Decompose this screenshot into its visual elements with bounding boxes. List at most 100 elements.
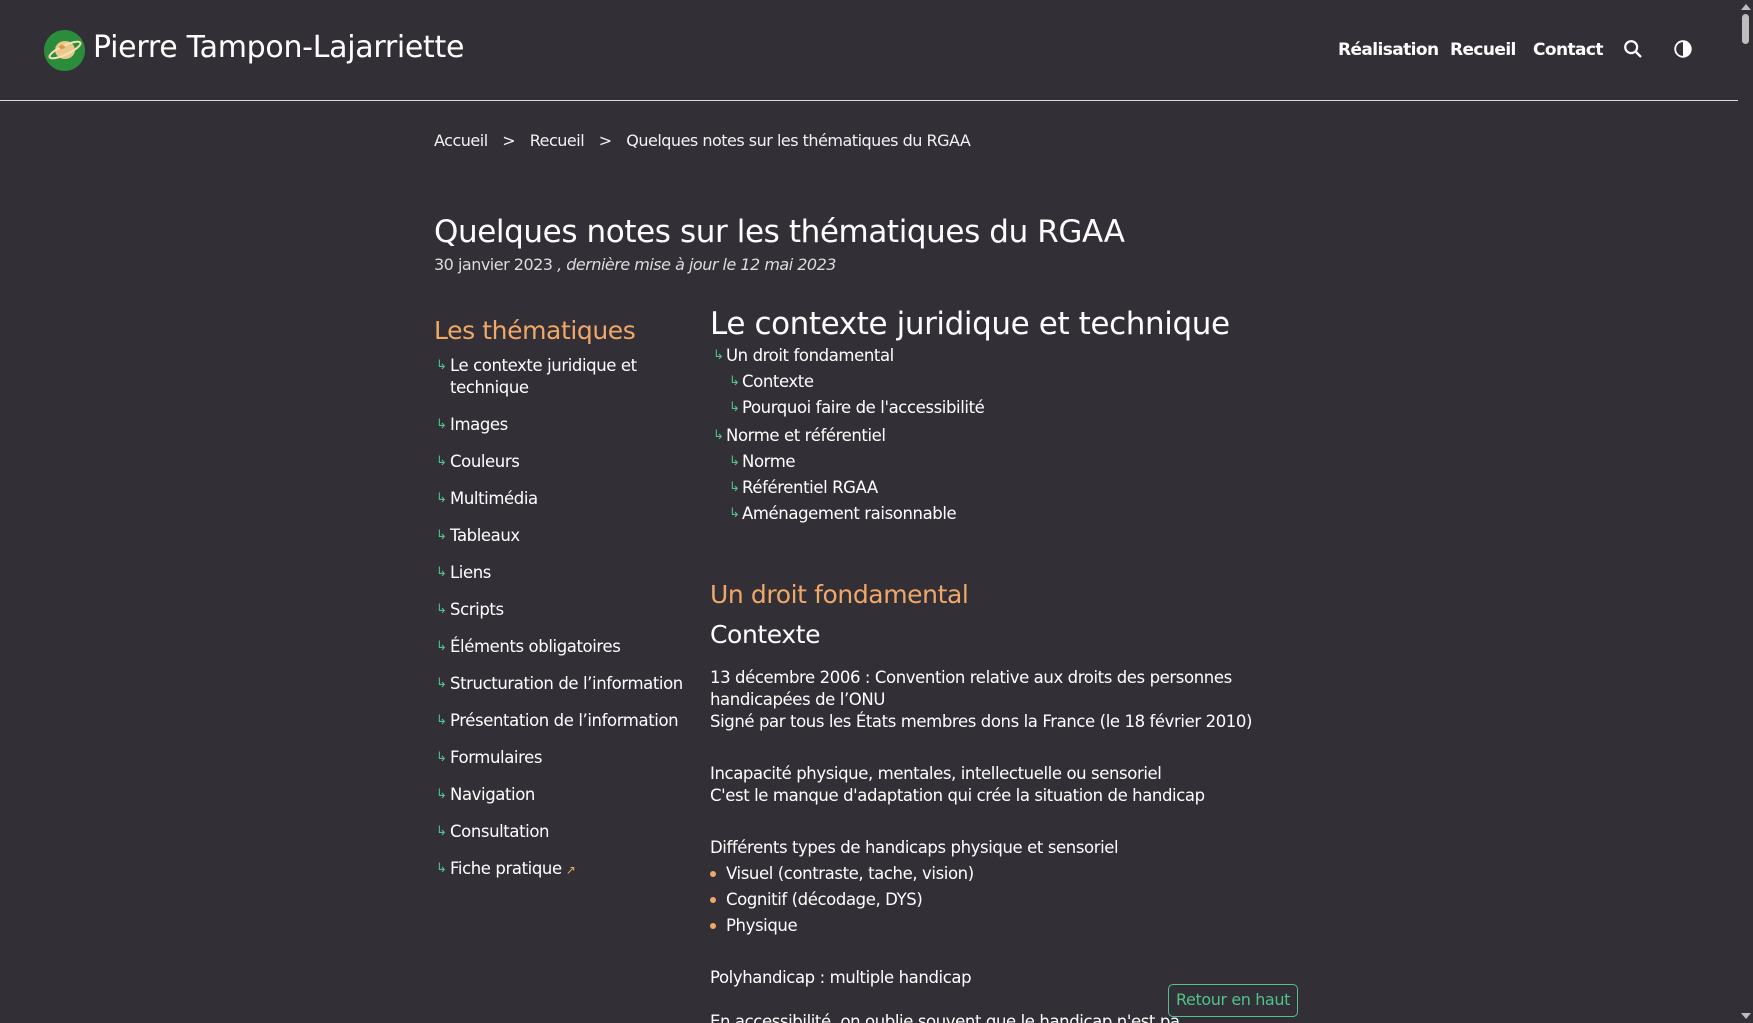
paragraph: Incapacité physique, mentales, intellect… bbox=[710, 763, 1310, 807]
sidebar-item-label[interactable]: Présentation de l’information bbox=[450, 711, 679, 730]
date-published: 30 janvier 2023 bbox=[434, 255, 553, 274]
sidebar-item-fiche-pratique[interactable]: ↳ Fiche pratique ↗ bbox=[434, 858, 684, 881]
toc-item[interactable]: ↳ Norme et référentiel bbox=[710, 425, 1310, 447]
sidebar-item-label[interactable]: Structuration de l’information bbox=[450, 674, 683, 693]
table-of-contents: ↳ Un droit fondamental ↳ Contexte ↳ Pourquo… bbox=[710, 345, 1310, 525]
toc-link-referentiel-rgaa[interactable]: Référentiel RGAA bbox=[742, 478, 878, 497]
sidebar-item-label[interactable]: Consultation bbox=[450, 822, 550, 841]
return-arrow-icon: ↳ bbox=[436, 824, 447, 839]
external-link-icon: ↗ bbox=[565, 863, 576, 877]
sidebar-theme-list: ↳ Le contexte juridique et technique ↳ Ima… bbox=[434, 355, 684, 896]
toc-link-norme[interactable]: Norme bbox=[742, 452, 796, 471]
sidebar-item-label[interactable]: Images bbox=[450, 415, 508, 434]
breadcrumb: Accueil > Recueil > Quelques notes sur l… bbox=[434, 131, 971, 150]
sidebar-item-couleurs[interactable]: ↳ Couleurs bbox=[434, 451, 684, 473]
nav-item-recueil[interactable]: Recueil bbox=[1450, 40, 1516, 60]
return-arrow-icon: ↳ bbox=[436, 713, 447, 728]
scrollbar[interactable] bbox=[1738, 0, 1753, 1023]
site-header: Pierre Tampon-Lajarriette Réalisation Re… bbox=[0, 0, 1738, 101]
return-arrow-icon: ↳ bbox=[436, 454, 447, 469]
toc-item[interactable]: ↳ Référentiel RGAA bbox=[710, 477, 1310, 499]
sidebar-heading: Les thématiques bbox=[434, 316, 636, 345]
return-arrow-icon: ↳ bbox=[729, 480, 740, 495]
return-arrow-icon: ↳ bbox=[436, 602, 447, 617]
main-content: Le contexte juridique et technique ↳ Un d… bbox=[710, 305, 1310, 525]
return-arrow-icon: ↳ bbox=[436, 528, 447, 543]
sidebar-item-formulaires[interactable]: ↳ Formulaires bbox=[434, 747, 684, 769]
paragraph-line: 13 décembre 2006 : Convention relative a… bbox=[710, 668, 1232, 709]
sidebar-item-label[interactable]: Multimédia bbox=[450, 489, 538, 508]
scroll-up-arrow-icon[interactable] bbox=[1741, 4, 1751, 10]
page-title: Quelques notes sur les thématiques du RG… bbox=[434, 214, 1125, 250]
return-arrow-icon: ↳ bbox=[436, 565, 447, 580]
sidebar-item-navigation[interactable]: ↳ Navigation bbox=[434, 784, 684, 806]
return-arrow-icon: ↳ bbox=[713, 348, 724, 363]
sidebar-item-label[interactable]: Couleurs bbox=[450, 452, 520, 471]
sidebar-item-multimedia[interactable]: ↳ Multimédia bbox=[434, 488, 684, 510]
paragraph-line: C'est le manque d'adaptation qui crée la… bbox=[710, 786, 1205, 805]
section-title: Un droit fondamental bbox=[710, 580, 969, 609]
nav-item-contact[interactable]: Contact bbox=[1533, 40, 1603, 60]
sidebar-item-liens[interactable]: ↳ Liens bbox=[434, 562, 684, 584]
toc-item[interactable]: ↳ Norme bbox=[710, 451, 1310, 473]
breadcrumb-parent-link[interactable]: Recueil bbox=[530, 131, 585, 150]
return-arrow-icon: ↳ bbox=[436, 861, 447, 876]
scroll-down-arrow-icon[interactable] bbox=[1741, 1013, 1751, 1019]
sidebar-item-label[interactable]: Scripts bbox=[450, 600, 504, 619]
return-arrow-icon: ↳ bbox=[436, 787, 447, 802]
back-to-top-button[interactable]: Retour en haut bbox=[1168, 984, 1298, 1017]
toc-link-droit-fondamental[interactable]: Un droit fondamental bbox=[726, 346, 894, 365]
toc-link-pourquoi[interactable]: Pourquoi faire de l'accessibilité bbox=[742, 398, 985, 417]
return-arrow-icon: ↳ bbox=[436, 417, 447, 432]
paragraph-line: Signé par tous les États membres dons la… bbox=[710, 712, 1253, 731]
paragraph: Différents types de handicaps physique e… bbox=[710, 838, 1119, 857]
sidebar-item-elements-obligatoires[interactable]: ↳ Éléments obligatoires bbox=[434, 636, 684, 658]
sidebar-item-presentation[interactable]: ↳ Présentation de l’information bbox=[434, 710, 684, 732]
return-arrow-icon: ↳ bbox=[729, 506, 740, 521]
search-icon[interactable] bbox=[1622, 38, 1646, 62]
breadcrumb-home-link[interactable]: Accueil bbox=[434, 131, 488, 150]
toc-item[interactable]: ↳ Contexte bbox=[710, 371, 1310, 393]
sidebar-item-label[interactable]: Tableaux bbox=[450, 526, 520, 545]
return-arrow-icon: ↳ bbox=[729, 400, 740, 415]
sidebar-item-label[interactable]: Liens bbox=[450, 563, 491, 582]
sidebar-item-label[interactable]: Navigation bbox=[450, 785, 535, 804]
return-arrow-icon: ↳ bbox=[729, 454, 740, 469]
toc-item[interactable]: ↳ Un droit fondamental bbox=[710, 345, 1310, 367]
toc-link-contexte[interactable]: Contexte bbox=[742, 372, 814, 391]
toc-item[interactable]: ↳ Aménagement raisonnable bbox=[710, 503, 1310, 525]
sidebar-item-tableaux[interactable]: ↳ Tableaux bbox=[434, 525, 684, 547]
toc-link-amenagement[interactable]: Aménagement raisonnable bbox=[742, 504, 957, 523]
contrast-icon[interactable] bbox=[1672, 38, 1696, 62]
toc-item[interactable]: ↳ Pourquoi faire de l'accessibilité bbox=[710, 397, 1310, 419]
sidebar-item-label[interactable]: Le contexte juridique et technique bbox=[450, 356, 637, 397]
scroll-thumb[interactable] bbox=[1742, 14, 1749, 44]
return-arrow-icon: ↳ bbox=[436, 491, 447, 506]
breadcrumb-current: Quelques notes sur les thématiques du RG… bbox=[626, 131, 971, 150]
sidebar-item-scripts[interactable]: ↳ Scripts bbox=[434, 599, 684, 621]
article-body: 13 décembre 2006 : Convention relative a… bbox=[710, 667, 1310, 1019]
return-arrow-icon: ↳ bbox=[436, 676, 447, 691]
return-arrow-icon: ↳ bbox=[436, 639, 447, 654]
sidebar-item-contexte[interactable]: ↳ Le contexte juridique et technique bbox=[434, 355, 684, 399]
return-arrow-icon: ↳ bbox=[713, 428, 724, 443]
paragraph-line: Incapacité physique, mentales, intellect… bbox=[710, 764, 1162, 783]
sidebar-item-consultation[interactable]: ↳ Consultation bbox=[434, 821, 684, 843]
return-arrow-icon: ↳ bbox=[436, 358, 447, 373]
paragraph: 13 décembre 2006 : Convention relative a… bbox=[710, 667, 1310, 733]
sidebar-item-label[interactable]: Fiche pratique bbox=[450, 859, 562, 878]
paragraph-cut-off: En accessibilité, on oublie souvent que … bbox=[710, 1012, 1180, 1023]
main-nav: Réalisation Recueil Contact bbox=[0, 38, 1738, 64]
sidebar-item-images[interactable]: ↳ Images bbox=[434, 414, 684, 436]
publish-date: 30 janvier 2023 , dernière mise à jour l… bbox=[434, 255, 836, 274]
date-updated: , dernière mise à jour le 12 mai 2023 bbox=[557, 255, 836, 274]
subsection-title: Contexte bbox=[710, 620, 821, 649]
breadcrumb-separator: > bbox=[502, 131, 516, 150]
return-arrow-icon: ↳ bbox=[729, 374, 740, 389]
list-item: Visuel (contraste, tache, vision) bbox=[710, 863, 1310, 885]
sidebar-item-structuration[interactable]: ↳ Structuration de l’information bbox=[434, 673, 684, 695]
sidebar-item-label[interactable]: Éléments obligatoires bbox=[450, 637, 621, 656]
nav-item-realisation[interactable]: Réalisation bbox=[1338, 40, 1439, 60]
toc-link-norme-referentiel[interactable]: Norme et référentiel bbox=[726, 426, 886, 445]
sidebar-item-label[interactable]: Formulaires bbox=[450, 748, 542, 767]
